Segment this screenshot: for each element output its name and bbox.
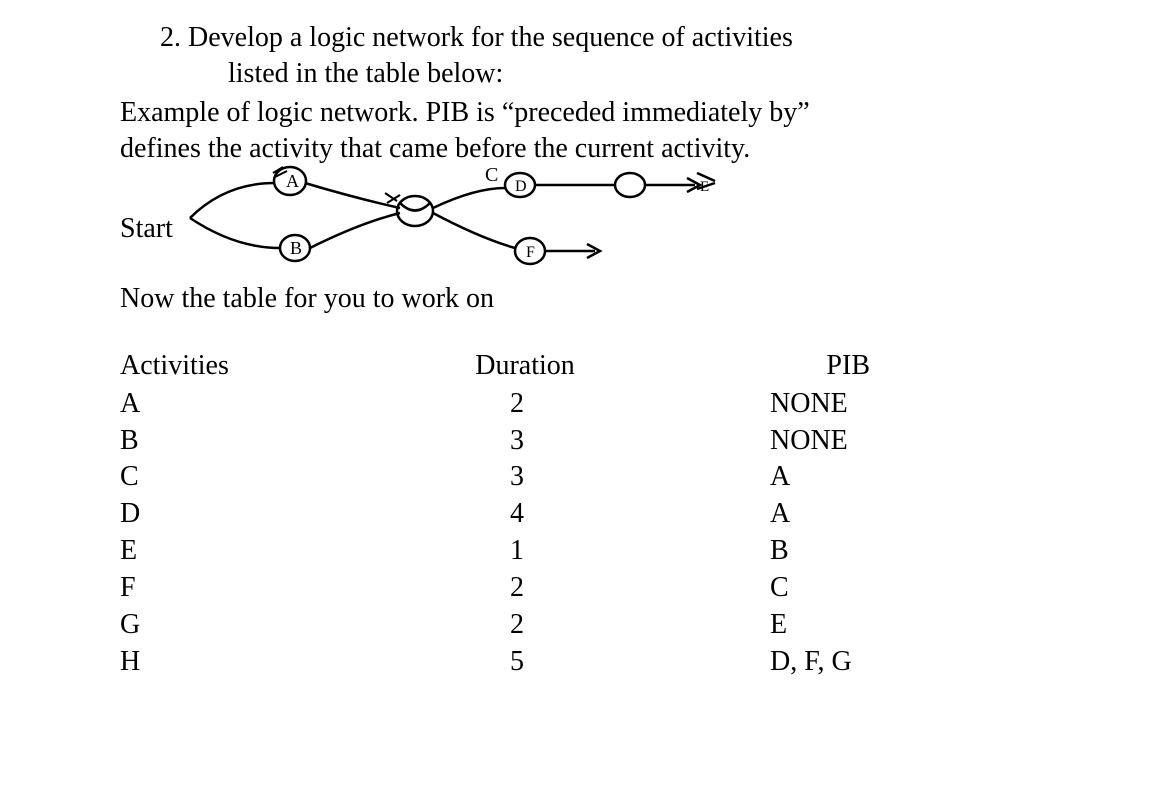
cell-duration: 2 bbox=[370, 570, 650, 607]
cell-activity: B bbox=[120, 423, 370, 460]
cell-duration: 3 bbox=[370, 459, 650, 496]
cell-duration: 5 bbox=[370, 644, 650, 681]
cell-pib: A bbox=[650, 459, 900, 496]
cell-pib: A bbox=[650, 496, 900, 533]
cell-duration: 4 bbox=[370, 496, 650, 533]
table-row: C 3 A bbox=[120, 459, 900, 496]
table-header-row: Activities Duration PIB bbox=[120, 350, 900, 386]
explanation-line-1: Example of logic network. PIB is “preced… bbox=[120, 95, 1050, 131]
cell-activity: C bbox=[120, 459, 370, 496]
cell-duration: 2 bbox=[370, 386, 650, 423]
cell-activity: G bbox=[120, 607, 370, 644]
question-number: 2. bbox=[160, 22, 181, 53]
cell-duration: 2 bbox=[370, 607, 650, 644]
cell-activity: A bbox=[120, 386, 370, 423]
header-pib: PIB bbox=[650, 350, 900, 386]
cell-pib: NONE bbox=[650, 423, 900, 460]
cell-activity: H bbox=[120, 644, 370, 681]
cell-pib: D, F, G bbox=[650, 644, 900, 681]
table-row: G 2 E bbox=[120, 607, 900, 644]
cell-duration: 3 bbox=[370, 423, 650, 460]
header-activities: Activities bbox=[120, 350, 370, 386]
cell-pib: C bbox=[650, 570, 900, 607]
question-sub: listed in the table below: bbox=[160, 56, 1050, 92]
cell-pib: B bbox=[650, 533, 900, 570]
node-f-label: F bbox=[526, 244, 535, 261]
table-row: B 3 NONE bbox=[120, 423, 900, 460]
table-intro: Now the table for you to work on bbox=[120, 283, 1050, 315]
table-row: A 2 NONE bbox=[120, 386, 900, 423]
node-a-label: A bbox=[286, 171, 299, 191]
question-header: 2. Develop a logic network for the seque… bbox=[120, 20, 1050, 93]
node-c-label: C bbox=[485, 164, 498, 186]
logic-network-diagram: Start bbox=[120, 163, 1050, 283]
cell-pib: E bbox=[650, 607, 900, 644]
cell-activity: F bbox=[120, 570, 370, 607]
start-label: Start bbox=[120, 213, 173, 245]
table-row: E 1 B bbox=[120, 533, 900, 570]
node-d-label: D bbox=[515, 178, 527, 195]
question-text: Develop a logic network for the sequence… bbox=[188, 22, 793, 53]
table-row: D 4 A bbox=[120, 496, 900, 533]
network-sketch-icon: A B C D E F bbox=[175, 153, 795, 283]
header-duration: Duration bbox=[370, 350, 650, 386]
cell-activity: E bbox=[120, 533, 370, 570]
cell-pib: NONE bbox=[650, 386, 900, 423]
table-row: F 2 C bbox=[120, 570, 900, 607]
node-b-label: B bbox=[290, 238, 302, 258]
node-e-label: E bbox=[700, 179, 709, 195]
table-row: H 5 D, F, G bbox=[120, 644, 900, 681]
cell-duration: 1 bbox=[370, 533, 650, 570]
cell-activity: D bbox=[120, 496, 370, 533]
activities-table: Activities Duration PIB A 2 NONE B 3 NON… bbox=[120, 350, 900, 682]
